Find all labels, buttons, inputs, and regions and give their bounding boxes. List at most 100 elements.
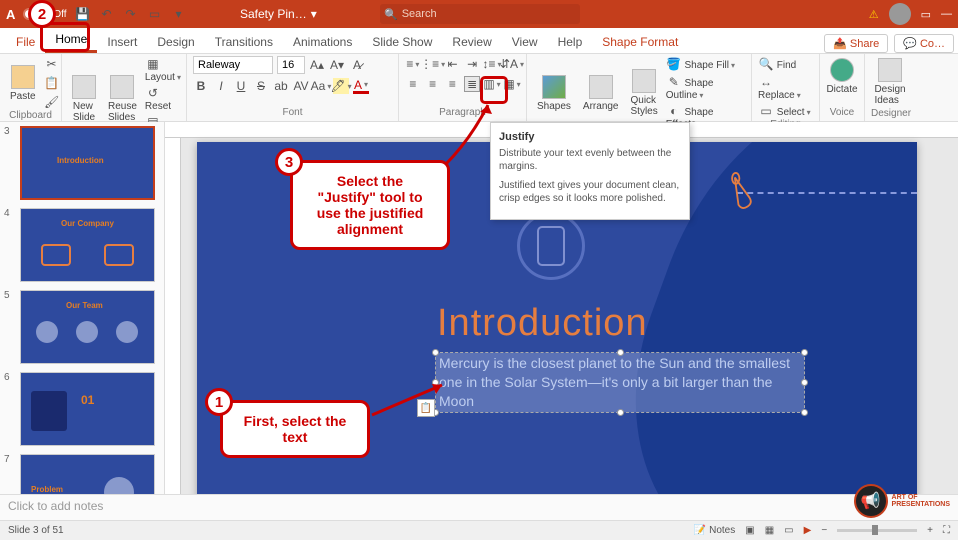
font-name-input[interactable] [193,56,273,74]
resize-handle[interactable] [617,409,624,416]
search-input[interactable] [402,8,552,20]
comments-button[interactable]: 💬 Co… [894,34,954,53]
save-icon[interactable]: 💾 [75,6,91,22]
shape-outline-button[interactable]: ✎ Shape Outline [666,74,745,101]
spacing-button[interactable]: AV [293,78,309,94]
align-right-button[interactable]: ≡ [444,76,460,92]
search-box[interactable]: 🔍 [380,4,580,24]
decrease-font-icon[interactable]: A▾ [329,57,345,73]
quick-styles-button[interactable]: Quick Styles [627,67,662,119]
layout-button[interactable]: ▦ Layout [145,56,184,83]
select-button[interactable]: ▭ Select [758,103,813,119]
slide-body-textbox[interactable]: Mercury is the closest planet to the Sun… [435,352,805,413]
notes-pane[interactable]: Click to add notes [0,494,958,520]
align-left-button[interactable]: ≡ [405,76,421,92]
zoom-slider[interactable] [837,529,917,532]
undo-icon[interactable]: ↶ [99,6,115,22]
normal-view-icon[interactable]: ▣ [745,525,754,536]
resize-handle[interactable] [801,349,808,356]
replace-button[interactable]: ↔ Replace [758,74,813,101]
resize-handle[interactable] [617,349,624,356]
cut-icon[interactable]: ✂ [44,56,60,72]
underline-button[interactable]: U [233,78,249,94]
design-ideas-button[interactable]: Design Ideas [871,56,909,108]
numbering-button[interactable]: ⋮≡ [425,56,441,72]
tab-animations[interactable]: Animations [283,30,362,53]
tab-design[interactable]: Design [147,30,204,53]
thumbnail-7[interactable]: 7 Problem [4,454,160,494]
tab-review[interactable]: Review [442,30,501,53]
highlight-button[interactable]: 🖊 [333,78,349,94]
font-size-input[interactable] [277,56,305,74]
find-button[interactable]: 🔍 Find [758,56,813,72]
arrange-button[interactable]: Arrange [579,73,623,114]
reading-view-icon[interactable]: ▭ [784,525,793,536]
resize-handle[interactable] [432,349,439,356]
italic-button[interactable]: I [213,78,229,94]
thumbnail-5[interactable]: 5 Our Team [4,290,160,364]
tab-home[interactable]: Home [45,27,97,53]
bullets-button[interactable]: ≡ [405,56,421,72]
start-slideshow-icon[interactable]: ▭ [147,6,163,22]
new-slide-button[interactable]: New Slide [68,73,100,125]
smartart-button[interactable]: ▦ [504,76,520,92]
slideshow-view-icon[interactable]: ▶ [804,525,812,536]
share-button[interactable]: 📤 Share [824,34,888,53]
ribbon-options-icon[interactable]: ▭ [921,8,931,21]
tab-insert[interactable]: Insert [97,30,147,53]
increase-font-icon[interactable]: A▴ [309,57,325,73]
clear-formatting-icon[interactable]: A̷ [349,57,365,73]
tab-shape-format[interactable]: Shape Format [592,30,688,53]
paste-button[interactable]: Paste [6,63,40,104]
tab-transitions[interactable]: Transitions [205,30,283,53]
tab-view[interactable]: View [502,30,548,53]
change-case-button[interactable]: Aa [313,78,329,94]
selected-text[interactable]: Mercury is the closest planet to the Sun… [436,353,804,412]
qat-more-icon[interactable]: ▾ [171,6,187,22]
dictate-button[interactable]: Dictate [826,56,858,97]
justify-button[interactable]: ≣ [464,76,480,92]
shapes-button[interactable]: Shapes [533,73,575,114]
phone-icon-circle [517,212,585,280]
shadow-button[interactable]: ab [273,78,289,94]
shape-fill-button[interactable]: 🪣 Shape Fill [666,56,745,72]
minimize-icon[interactable]: — [941,8,952,20]
tab-slideshow[interactable]: Slide Show [362,30,442,53]
decrease-indent-button[interactable]: ⇤ [445,56,461,72]
arrow-1-line [370,380,450,420]
sorter-view-icon[interactable]: ▦ [765,525,774,536]
bold-button[interactable]: B [193,78,209,94]
document-name[interactable]: Safety Pin… ▾ [240,7,317,21]
align-center-button[interactable]: ≡ [425,76,441,92]
callout-badge-1: 1 [205,388,233,416]
warning-icon[interactable]: ⚠ [869,8,879,21]
zoom-in-icon[interactable]: + [927,525,933,536]
format-painter-icon[interactable]: 🖌 [44,94,60,110]
app-logo: A [6,7,15,22]
thumbnail-3[interactable]: 3 Introduction [4,126,160,200]
copy-icon[interactable]: 📋 [44,75,60,91]
columns-button[interactable]: ▥ [484,76,500,92]
tab-file[interactable]: File [6,30,45,53]
fit-to-window-icon[interactable]: ⛶ [943,525,950,536]
zoom-out-icon[interactable]: − [821,525,827,536]
increase-indent-button[interactable]: ⇥ [464,56,480,72]
tooltip-body-2: Justified text gives your document clean… [499,179,681,205]
redo-icon[interactable]: ↷ [123,6,139,22]
thumbnail-4[interactable]: 4 Our Company [4,208,160,282]
user-avatar[interactable] [889,3,911,25]
callout-3: Select the "Justify" tool to use the jus… [290,160,450,250]
slide-heading[interactable]: Introduction [437,302,648,345]
thumbnail-6[interactable]: 6 01 [4,372,160,446]
group-drawing: Shapes Arrange Quick Styles 🪣 Shape Fill… [527,54,752,121]
font-color-button[interactable]: A [353,78,369,94]
reset-button[interactable]: ↺ Reset [145,85,184,112]
line-spacing-button[interactable]: ↕≡ [484,56,500,72]
reuse-slides-button[interactable]: Reuse Slides [104,73,141,125]
resize-handle[interactable] [801,409,808,416]
strike-button[interactable]: S [253,78,269,94]
tab-help[interactable]: Help [548,30,593,53]
text-direction-button[interactable]: ⇵A [504,56,520,72]
new-slide-icon [72,75,96,99]
notes-toggle[interactable]: 📝 Notes [694,525,735,536]
